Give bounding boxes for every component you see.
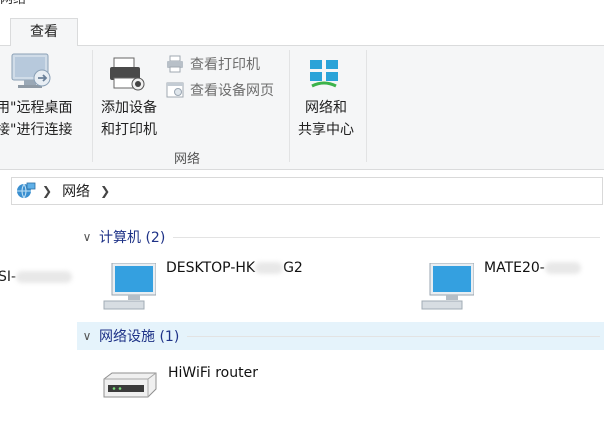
computer-name-part1: DESKTOP-HK — [166, 260, 256, 276]
network-location-icon — [17, 182, 36, 199]
tab-view[interactable]: 查看 — [10, 18, 78, 47]
group-title: 网络设施 (1) — [99, 329, 180, 345]
ribbon-separator — [366, 50, 367, 162]
ribbon-separator — [92, 50, 93, 162]
view-device-webpage-button[interactable]: 查看设备网页 — [166, 79, 274, 101]
navpane-item[interactable]: SI- — [0, 269, 73, 285]
computer-icon — [421, 263, 474, 310]
network-sharing-center-icon — [310, 60, 338, 88]
list-item[interactable]: HiWiFi router — [100, 365, 258, 405]
router-name: HiWiFi router — [168, 365, 258, 381]
list-item[interactable]: MATE20- — [420, 260, 581, 311]
navpane-item-label: SI- — [0, 269, 17, 285]
group-header-network-infrastructure[interactable]: ∨ 网络设施 (1) — [77, 322, 604, 350]
group-header-computers[interactable]: ∨ 计算机 (2) — [77, 223, 604, 251]
network-center-label-line2: 共享中心 — [298, 122, 354, 138]
window-title: 网络 — [0, 0, 26, 7]
computer-name-part2: G2 — [283, 260, 303, 276]
group-title: 计算机 (2) — [99, 230, 166, 246]
collapse-chevron-icon[interactable]: ∨ — [77, 329, 97, 343]
redacted-mask — [544, 262, 581, 274]
group-divider — [173, 236, 600, 238]
remote-desktop-icon — [11, 53, 51, 88]
ribbon-separator — [289, 50, 290, 162]
printer-icon — [167, 55, 183, 73]
router-icon — [103, 372, 157, 398]
ribbon-group-network-label: 网络 — [174, 152, 201, 167]
add-device-printer-button[interactable]: 添加设备 和打印机 — [96, 46, 162, 146]
router-name-text: HiWiFi router — [168, 365, 258, 381]
content-area: SI- ∨ 计算机 (2) DESKTOP-HK G2 MATE20- ∨ 网络设… — [0, 211, 604, 436]
computer-name: MATE20- — [484, 260, 581, 276]
ribbon: 用"远程桌面 接"进行连接 添加设备 和打印机 查看打印机 查看设备网页 网络 — [0, 46, 604, 170]
list-item[interactable]: DESKTOP-HK G2 — [102, 260, 303, 311]
collapse-chevron-icon[interactable]: ∨ — [77, 230, 97, 244]
network-sharing-center-button[interactable]: 网络和 共享中心 — [292, 46, 360, 146]
view-printers-label: 查看打印机 — [190, 57, 260, 73]
ribbon-tab-bar: 查看 — [0, 10, 604, 47]
view-printers-button[interactable]: 查看打印机 — [166, 53, 260, 75]
network-center-label-line1: 网络和 — [305, 100, 347, 116]
group-divider — [187, 335, 600, 337]
address-box[interactable]: ❯ 网络 ❯ — [11, 177, 603, 205]
redacted-mask — [255, 262, 284, 274]
computer-icon — [103, 263, 156, 310]
redacted-mask — [16, 271, 73, 283]
view-device-webpage-label: 查看设备网页 — [190, 83, 274, 99]
computer-name: DESKTOP-HK G2 — [166, 260, 303, 276]
add-printer-icon — [110, 57, 145, 91]
computer-name-part1: MATE20- — [484, 260, 545, 276]
breadcrumb-chevron-icon[interactable]: ❯ — [42, 184, 52, 198]
add-device-label-line1: 添加设备 — [101, 100, 157, 116]
address-bar: ❯ 网络 ❯ — [0, 171, 604, 211]
remote-desktop-label-line1: 用"远程桌面 — [0, 100, 73, 116]
add-device-label-line2: 和打印机 — [101, 122, 157, 138]
breadcrumb-chevron-icon[interactable]: ❯ — [100, 184, 110, 198]
remote-desktop-label-line2: 接"进行连接 — [0, 122, 73, 138]
breadcrumb-network[interactable]: 网络 — [62, 181, 90, 201]
remote-desktop-command[interactable]: 用"远程桌面 接"进行连接 — [0, 46, 90, 170]
webpage-icon — [166, 82, 184, 98]
